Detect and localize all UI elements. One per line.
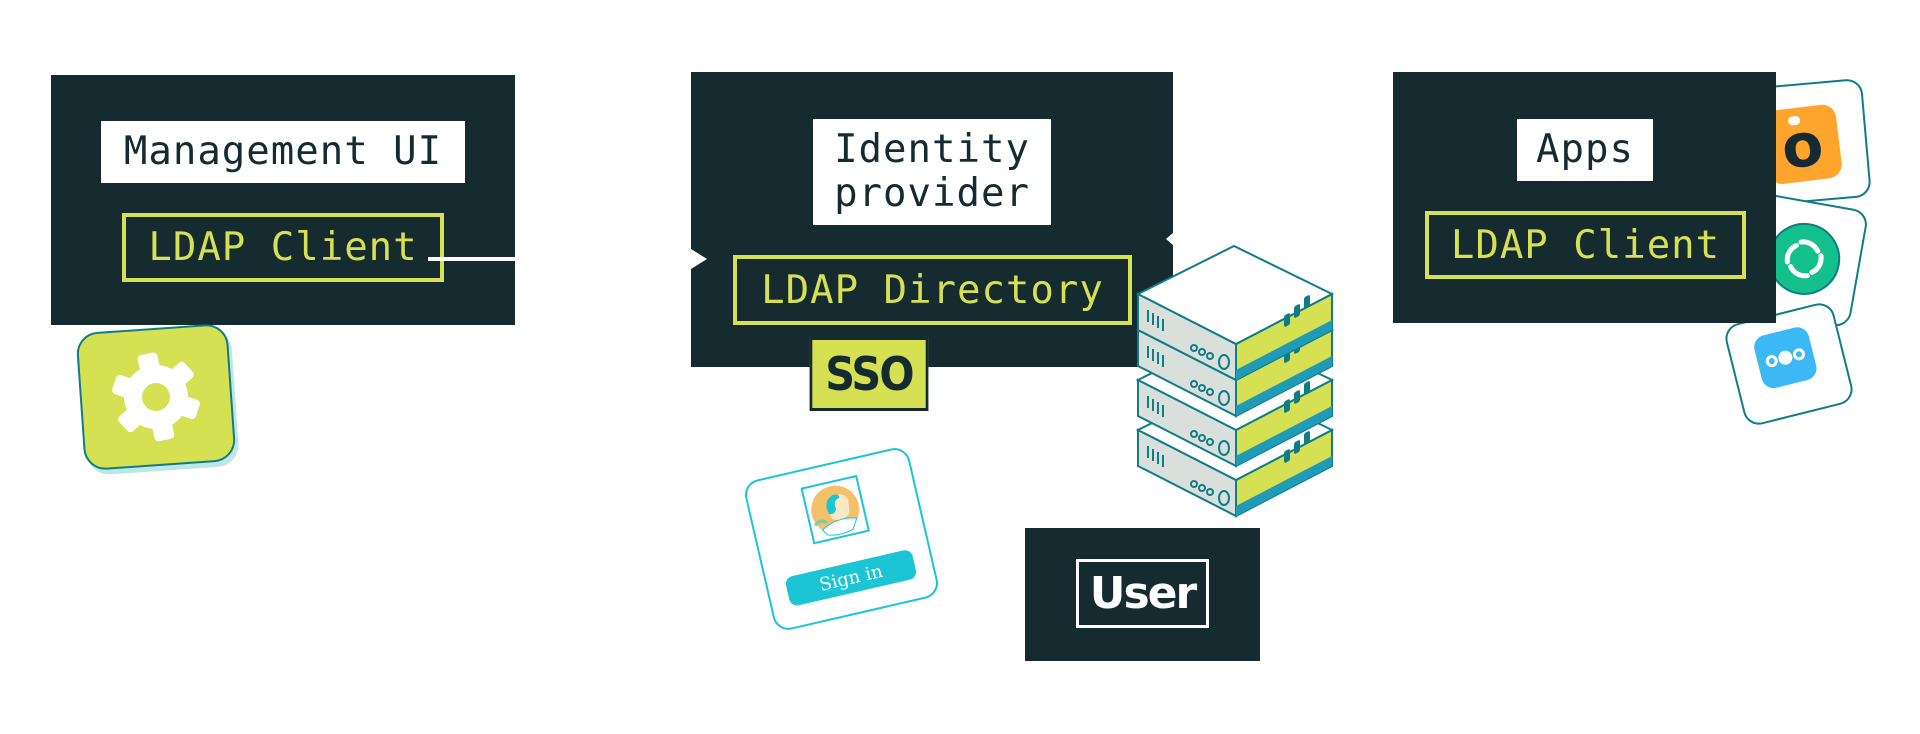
gear-tile <box>75 322 237 472</box>
idp-left-arrow-icon <box>691 249 707 269</box>
management-to-idp-connector <box>428 257 515 261</box>
signin-button[interactable]: Sign in <box>784 548 918 608</box>
ldap-directory-label: LDAP Directory <box>733 255 1132 325</box>
element-glyph-icon <box>1784 239 1824 279</box>
apps-title: Apps <box>1517 119 1653 181</box>
sso-badge: SSO <box>809 337 929 411</box>
management-ui-panel: Management UI LDAP Client <box>51 75 515 325</box>
user-label: User <box>1076 559 1209 628</box>
avatar-icon <box>811 485 860 536</box>
orange-app-glyph: o <box>1777 109 1828 184</box>
nextcloud-app-icon <box>1751 324 1820 391</box>
gear-icon <box>112 352 200 442</box>
user-panel: User <box>1025 528 1260 661</box>
user-avatar-illustration <box>800 474 871 545</box>
identity-provider-panel: Identity provider LDAP Directory <box>691 72 1173 367</box>
nextcloud-glyph-icon <box>1765 348 1805 368</box>
apps-panel: Apps LDAP Client <box>1393 72 1776 323</box>
management-ldap-client-label: LDAP Client <box>122 213 444 282</box>
management-ui-title: Management UI <box>101 121 465 183</box>
server-stack-icon <box>1137 245 1333 517</box>
signin-card: Sign in <box>741 444 942 634</box>
identity-provider-title: Identity provider <box>813 119 1051 225</box>
apps-ldap-client-label: LDAP Client <box>1425 211 1746 279</box>
